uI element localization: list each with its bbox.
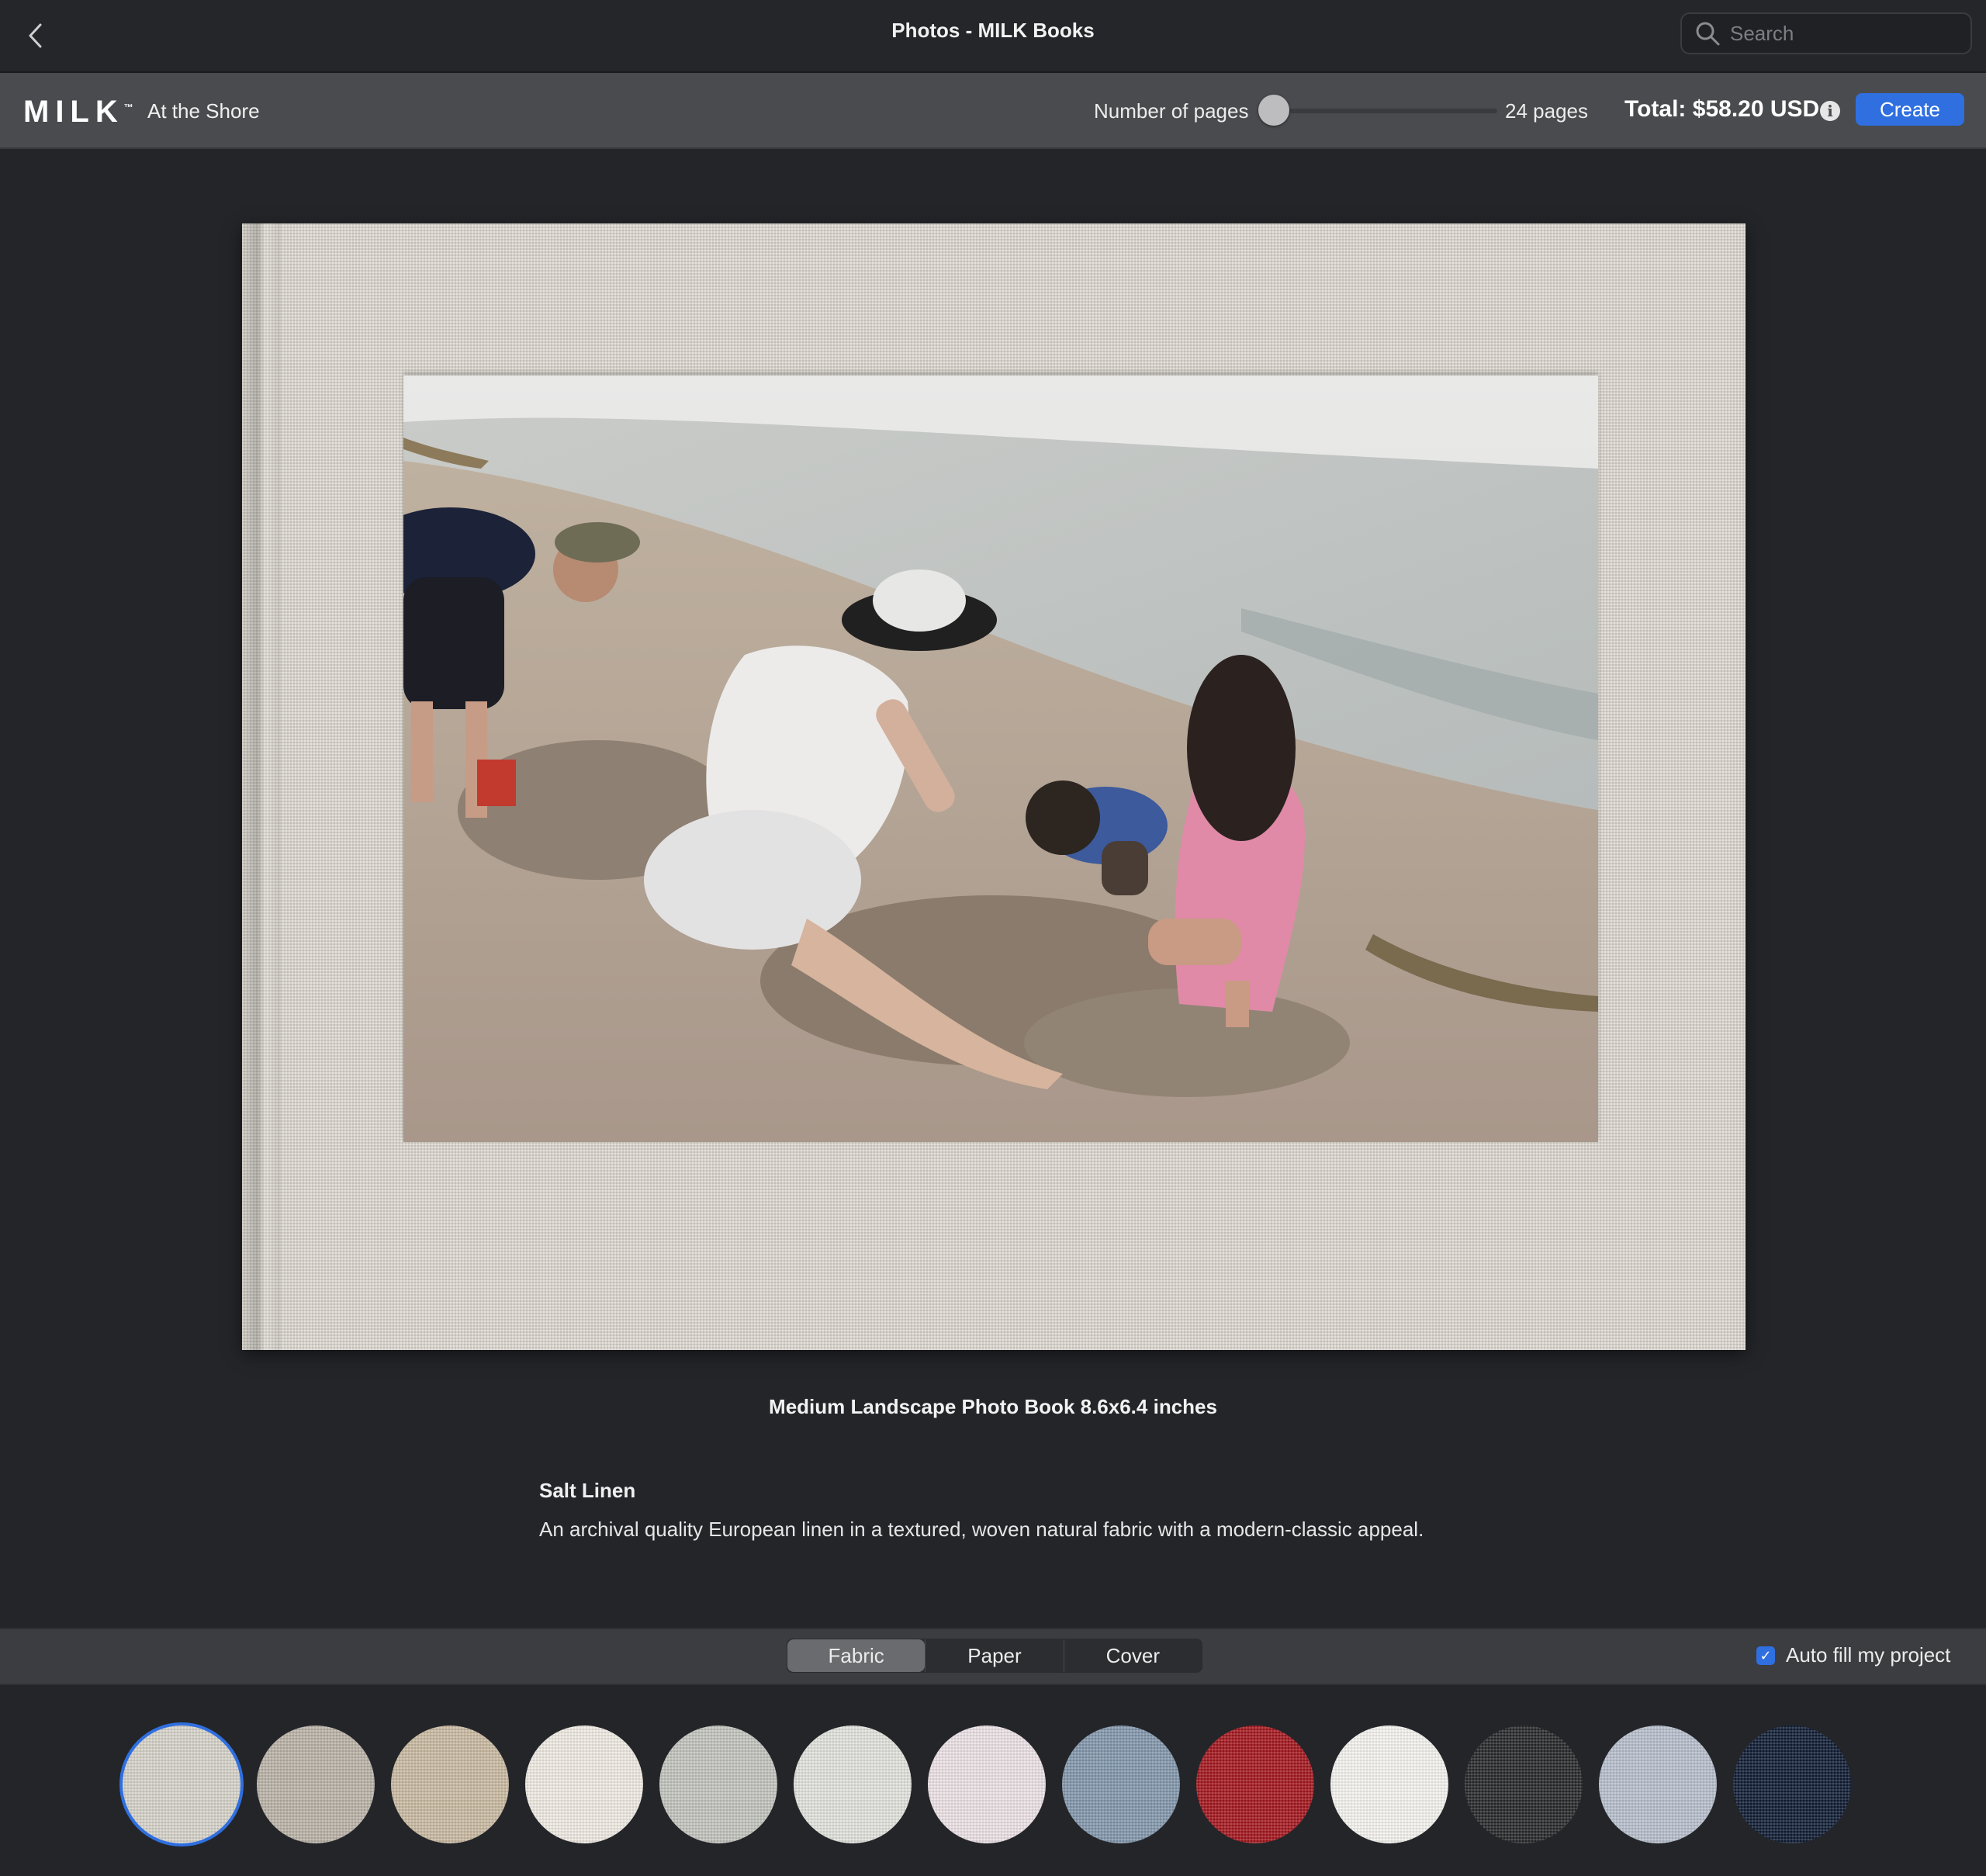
- book-cover-preview: [242, 223, 1746, 1350]
- milk-books-window: Photos - MILK Books MILK™ At the Shore N…: [0, 0, 1986, 1876]
- fabric-swatch-3[interactable]: [391, 1725, 509, 1843]
- auto-fill-toggle[interactable]: ✓ Auto fill my project: [1756, 1643, 1950, 1667]
- trademark-mark: ™: [123, 102, 133, 113]
- brand-wordmark: MILK: [23, 95, 124, 129]
- material-name: Salt Linen: [539, 1479, 636, 1502]
- fabric-swatch-1[interactable]: [123, 1725, 240, 1843]
- material-segmented-control: Fabric Paper Cover: [787, 1639, 1202, 1673]
- fabric-swatch-12[interactable]: [1599, 1725, 1717, 1843]
- total-price: Total: $58.20 USD: [1624, 96, 1820, 122]
- fabric-swatch-10[interactable]: [1330, 1725, 1448, 1843]
- cover-photo[interactable]: [403, 376, 1598, 1142]
- tab-cover[interactable]: Cover: [1063, 1639, 1202, 1672]
- info-icon[interactable]: i: [1820, 101, 1840, 121]
- fabric-swatch-13[interactable]: [1733, 1725, 1851, 1843]
- search-input[interactable]: [1728, 20, 1964, 47]
- create-button[interactable]: Create: [1856, 93, 1964, 126]
- milk-logo: MILK™: [23, 95, 133, 130]
- fabric-swatch-11[interactable]: [1465, 1725, 1583, 1843]
- title-bar: Photos - MILK Books: [0, 0, 1986, 73]
- search-field[interactable]: [1680, 12, 1972, 54]
- pages-label: Number of pages: [1094, 99, 1249, 123]
- search-icon: [1696, 22, 1720, 46]
- project-name: At the Shore: [147, 99, 260, 123]
- fabric-swatch-2[interactable]: [257, 1725, 375, 1843]
- beach-photo-image: [403, 376, 1598, 1142]
- pages-slider-track[interactable]: [1271, 109, 1497, 113]
- fabric-swatch-8[interactable]: [1062, 1725, 1180, 1843]
- pages-slider-knob[interactable]: [1258, 95, 1289, 126]
- fabric-swatch-6[interactable]: [794, 1725, 912, 1843]
- project-toolbar: MILK™ At the Shore Number of pages 24 pa…: [0, 73, 1986, 149]
- fabric-swatch-9[interactable]: [1196, 1725, 1314, 1843]
- tab-paper[interactable]: Paper: [925, 1639, 1063, 1672]
- auto-fill-label: Auto fill my project: [1786, 1643, 1951, 1667]
- fabric-swatch-5[interactable]: [659, 1725, 777, 1843]
- tab-fabric[interactable]: Fabric: [787, 1639, 926, 1672]
- book-spine: [242, 223, 281, 1350]
- fabric-swatch-row: [0, 1684, 1986, 1876]
- material-description: An archival quality European linen in a …: [539, 1518, 1424, 1541]
- pages-value: 24 pages: [1505, 99, 1588, 123]
- fabric-swatch-7[interactable]: [928, 1725, 1046, 1843]
- fabric-swatch-4[interactable]: [525, 1725, 643, 1843]
- product-title: Medium Landscape Photo Book 8.6x6.4 inch…: [769, 1395, 1217, 1418]
- auto-fill-checkbox[interactable]: ✓: [1756, 1646, 1775, 1665]
- options-tab-bar: Fabric Paper Cover ✓ Auto fill my projec…: [0, 1628, 1986, 1685]
